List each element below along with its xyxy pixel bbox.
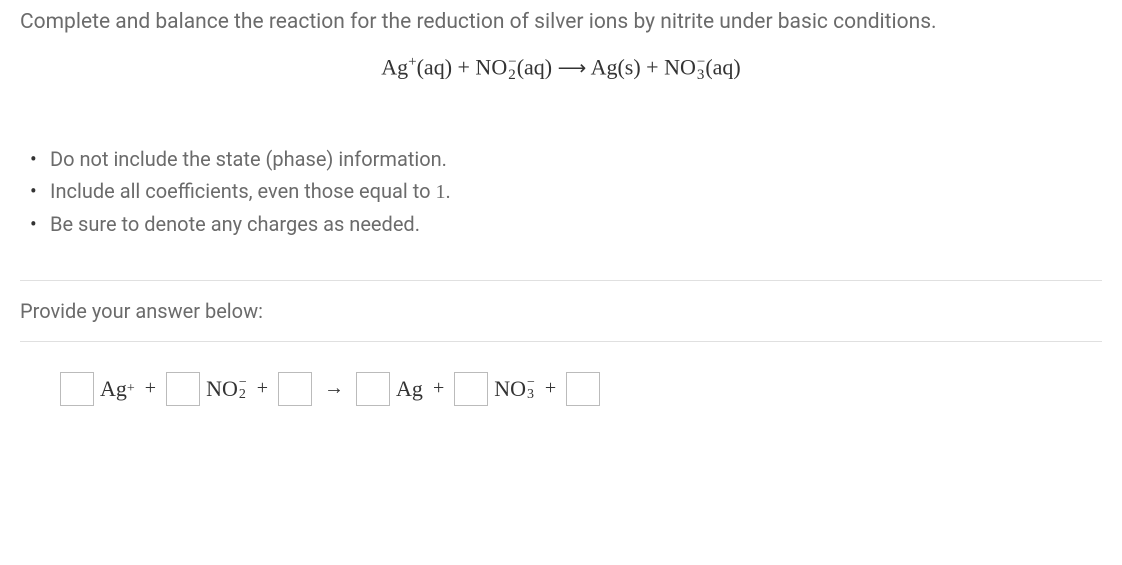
coefficient-input-5[interactable] bbox=[454, 372, 488, 406]
species-ag: Ag bbox=[396, 376, 423, 402]
coefficient-input-3[interactable] bbox=[278, 372, 312, 406]
species-no2-minus: NO−2 bbox=[206, 376, 247, 402]
coefficient-input-2[interactable] bbox=[166, 372, 200, 406]
species-ag-plus: Ag+ bbox=[100, 376, 135, 402]
coefficient-input-6[interactable] bbox=[566, 372, 600, 406]
instruction-item: Include all coefficients, even those equ… bbox=[50, 175, 1102, 208]
plus-operator: + bbox=[257, 377, 268, 400]
plus-operator: + bbox=[545, 377, 556, 400]
question-prompt: Complete and balance the reaction for th… bbox=[20, 10, 1102, 34]
instruction-item: Be sure to denote any charges as needed. bbox=[50, 208, 1102, 240]
answer-prompt-label: Provide your answer below: bbox=[20, 281, 1102, 341]
coefficient-input-1[interactable] bbox=[60, 372, 94, 406]
instruction-list: Do not include the state (phase) informa… bbox=[20, 143, 1102, 240]
arrow-operator: → bbox=[324, 377, 344, 400]
answer-area: Ag+ + NO−2 + → Ag + NO−3 + bbox=[20, 342, 1102, 436]
reaction-equation: Ag+(aq) + NO−2(aq) ⟶ Ag(s) + NO−3(aq) bbox=[20, 54, 1102, 83]
answer-equation-row: Ag+ + NO−2 + → Ag + NO−3 + bbox=[30, 372, 1092, 406]
species-no3-minus: NO−3 bbox=[494, 376, 535, 402]
instruction-item: Do not include the state (phase) informa… bbox=[50, 143, 1102, 175]
coefficient-input-4[interactable] bbox=[356, 372, 390, 406]
plus-operator: + bbox=[145, 377, 156, 400]
plus-operator: + bbox=[433, 377, 444, 400]
